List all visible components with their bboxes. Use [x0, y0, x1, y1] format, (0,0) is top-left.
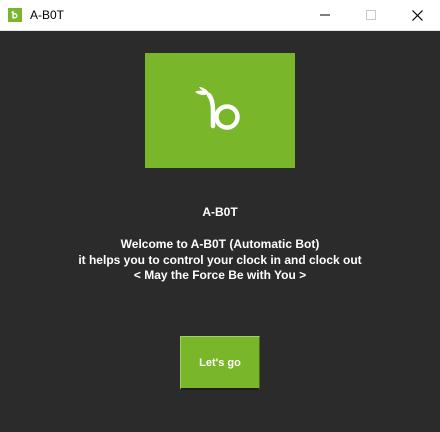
title-bar[interactable]: A-B0T [0, 0, 440, 31]
app-window: A-B0T A-B0T Welcome to A-B0T (Automatic … [0, 0, 440, 432]
app-name-heading: A-B0T [202, 205, 238, 219]
maximize-button[interactable] [348, 0, 394, 30]
lets-go-button[interactable]: Let's go [180, 336, 260, 390]
close-icon [411, 9, 423, 21]
bamboohr-logo-icon [8, 8, 22, 22]
minimize-icon [320, 14, 330, 16]
minimize-button[interactable] [302, 0, 348, 30]
maximize-icon [366, 10, 376, 20]
description-line: it helps you to control your clock in an… [78, 253, 362, 267]
close-button[interactable] [394, 0, 440, 30]
tagline: < May the Force Be with You > [133, 268, 307, 282]
welcome-line: Welcome to A-B0T (Automatic Bot) [120, 237, 320, 251]
bamboohr-logo-icon [195, 87, 240, 130]
window-title: A-B0T [30, 8, 65, 22]
